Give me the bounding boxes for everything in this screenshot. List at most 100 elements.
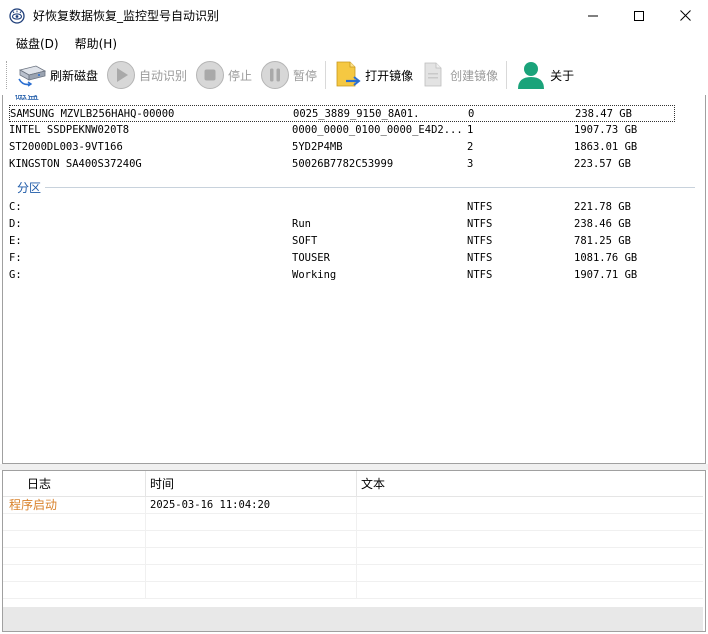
pause-icon — [261, 61, 290, 89]
partition-size: 781.25 GB — [574, 235, 631, 247]
log-row — [3, 582, 703, 599]
disk-panel: 磁盘 SAMSUNG MZVLB256HAHQ-00000 0025_3889_… — [2, 95, 706, 464]
open-image-icon — [336, 61, 361, 87]
refresh-disk-label: 刷新磁盘 — [50, 68, 99, 83]
disk-size: 223.57 GB — [574, 158, 631, 170]
disk-serial: 50026B7782C53999 — [292, 158, 394, 170]
toolbar-separator — [506, 61, 508, 89]
partition-fs: NTFS — [467, 235, 493, 247]
refresh-disk-button[interactable]: 刷新磁盘 — [13, 57, 102, 93]
partition-size: 1907.71 GB — [574, 269, 638, 281]
disk-model: SAMSUNG MZVLB256HAHQ-00000 — [10, 108, 175, 120]
app-eye-icon — [9, 7, 25, 24]
user-icon — [518, 62, 545, 89]
partition-label: Working — [292, 269, 337, 281]
disk-row[interactable]: SAMSUNG MZVLB256HAHQ-00000 0025_3889_915… — [9, 105, 675, 122]
create-image-label: 创建镜像 — [450, 68, 499, 83]
partition-fs: NTFS — [467, 269, 493, 281]
disk-index: 2 — [467, 141, 474, 153]
log-row — [3, 531, 703, 548]
about-button[interactable]: 关于 — [511, 57, 578, 93]
partition-drive: E: — [9, 235, 22, 247]
minimize-button[interactable] — [570, 0, 616, 31]
open-image-button[interactable]: 打开镜像 — [330, 57, 417, 93]
partition-size: 221.78 GB — [574, 201, 631, 213]
partition-fs: NTFS — [467, 252, 493, 264]
partition-fs: NTFS — [467, 218, 493, 230]
toolbar: 刷新磁盘 自动识别 停止 暂停 打开镜像 创建镜像 关于 — [0, 55, 708, 95]
disk-index: 1 — [467, 124, 474, 136]
create-image-button[interactable]: 创建镜像 — [417, 57, 502, 93]
disk-serial: 0000_0000_0100_0000_E4D2... — [292, 124, 463, 136]
disk-model: ST2000DL003-9VT166 — [9, 141, 123, 153]
pause-button[interactable]: 暂停 — [256, 57, 321, 93]
menu-help[interactable]: 帮助(H) — [67, 35, 125, 52]
maximize-button[interactable] — [616, 0, 662, 31]
auto-detect-label: 自动识别 — [139, 68, 188, 83]
log-horizontal-scrollbar[interactable] — [3, 607, 703, 631]
partition-row[interactable]: E: SOFT NTFS 781.25 GB — [9, 233, 675, 250]
text-column-header[interactable]: 文本 — [357, 471, 703, 497]
disk-index: 0 — [468, 108, 475, 120]
play-icon — [107, 61, 136, 89]
log-time: 2025-03-16 11:04:20 — [146, 497, 357, 514]
partition-row[interactable]: F: TOUSER NTFS 1081.76 GB — [9, 250, 675, 267]
disk-model: INTEL SSDPEKNW020T8 — [9, 124, 130, 136]
log-entry: 程序启动 — [3, 497, 146, 514]
disk-serial: 0025_3889_9150_8A01. — [293, 108, 420, 120]
minimize-icon — [588, 15, 598, 16]
create-image-icon — [424, 62, 442, 87]
log-column-header[interactable]: 日志 — [3, 471, 146, 497]
partition-drive: C: — [9, 201, 22, 213]
auto-detect-button[interactable]: 自动识别 — [102, 57, 191, 93]
disk-serial: 5YD2P4MB — [292, 141, 343, 153]
partition-row[interactable]: D: Run NTFS 238.46 GB — [9, 216, 675, 233]
disk-row[interactable]: KINGSTON SA400S37240G 50026B7782C53999 3… — [9, 156, 675, 173]
stop-icon — [196, 61, 225, 89]
log-row — [3, 514, 703, 531]
menu-disk[interactable]: 磁盘(D) — [8, 35, 67, 52]
toolbar-grip — [6, 61, 9, 89]
disk-section-label: 磁盘 — [15, 95, 44, 103]
partition-fs: NTFS — [467, 201, 493, 213]
partition-drive: D: — [9, 218, 22, 230]
disk-model: KINGSTON SA400S37240G — [9, 158, 142, 170]
disk-size: 238.47 GB — [575, 108, 632, 120]
log-row — [3, 565, 703, 582]
disk-drive-icon — [18, 65, 47, 87]
partition-label: TOUSER — [292, 252, 330, 264]
disk-index: 3 — [467, 158, 474, 170]
open-image-label: 打开镜像 — [365, 68, 414, 83]
partition-drive: G: — [9, 269, 22, 281]
partition-label: SOFT — [292, 235, 318, 247]
pause-label: 暂停 — [293, 68, 318, 83]
about-label: 关于 — [550, 68, 575, 83]
stop-button[interactable]: 停止 — [191, 57, 256, 93]
disk-row[interactable]: INTEL SSDPEKNW020T8 0000_0000_0100_0000_… — [9, 122, 675, 139]
menu-bar: 磁盘(D) 帮助(H) — [0, 31, 708, 55]
partition-drive: F: — [9, 252, 22, 264]
log-panel: 日志 时间 文本 程序启动 2025-03-16 11:04:20 — [2, 470, 706, 632]
stop-label: 停止 — [228, 68, 253, 83]
maximize-icon — [634, 10, 644, 21]
log-row — [3, 548, 703, 565]
disk-size: 1863.01 GB — [574, 141, 638, 153]
title-bar: 好恢复数据恢复_监控型号自动识别 — [0, 0, 708, 31]
partition-row[interactable]: C: NTFS 221.78 GB — [9, 199, 675, 216]
time-column-header[interactable]: 时间 — [146, 471, 357, 497]
window-title: 好恢复数据恢复_监控型号自动识别 — [33, 9, 220, 23]
close-icon — [679, 10, 691, 21]
disk-row[interactable]: ST2000DL003-9VT166 5YD2P4MB 2 1863.01 GB — [9, 139, 675, 156]
disk-size: 1907.73 GB — [574, 124, 638, 136]
close-button[interactable] — [662, 0, 708, 31]
partition-size: 238.46 GB — [574, 218, 631, 230]
partition-size: 1081.76 GB — [574, 252, 638, 264]
partition-label: Run — [292, 218, 311, 230]
log-row[interactable]: 程序启动 2025-03-16 11:04:20 — [3, 497, 703, 514]
toolbar-separator — [325, 61, 327, 89]
partition-row[interactable]: G: Working NTFS 1907.71 GB — [9, 267, 675, 284]
partition-divider — [43, 187, 695, 188]
log-header: 日志 时间 文本 — [3, 471, 703, 497]
partition-section-label: 分区 — [17, 179, 46, 196]
